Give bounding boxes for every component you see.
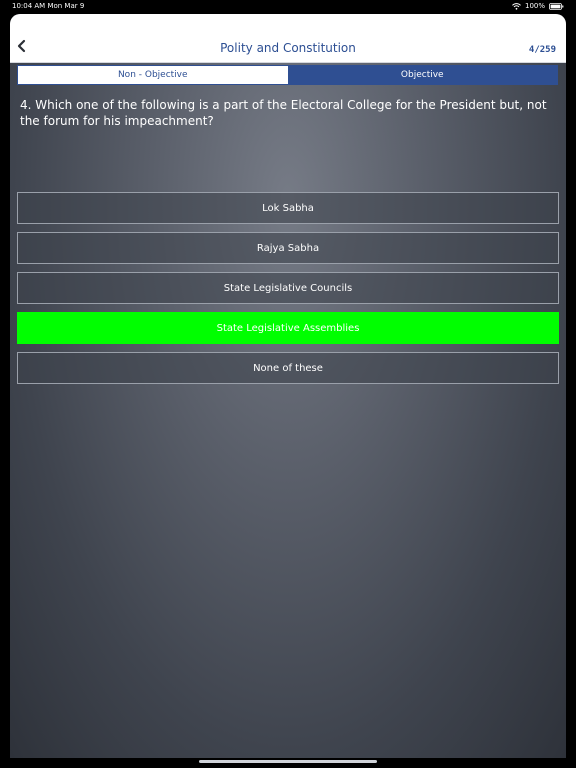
home-indicator[interactable] (199, 760, 377, 763)
tab-objective[interactable]: Objective (287, 66, 557, 84)
status-bar: 10:04 AM Mon Mar 9 100% (0, 0, 576, 14)
question-type-tabs: Non - Objective Objective (17, 65, 558, 85)
app-screen: Polity and Constitution 4/259 Non - Obje… (10, 14, 566, 758)
option-rajya-sabha[interactable]: Rajya Sabha (17, 232, 559, 264)
navigation-bar: Polity and Constitution 4/259 (10, 14, 566, 63)
option-state-legislative-assemblies[interactable]: State Legislative Assemblies (17, 312, 559, 344)
device-frame: 10:04 AM Mon Mar 9 100% Polity and Const… (0, 0, 576, 768)
page-title: Polity and Constitution (220, 41, 356, 55)
status-right: 100% (512, 2, 564, 10)
answer-options: Lok Sabha Rajya Sabha State Legislative … (17, 192, 559, 392)
option-lok-sabha[interactable]: Lok Sabha (17, 192, 559, 224)
question-counter: 4/259 (528, 45, 556, 55)
question-text: 4. Which one of the following is a part … (20, 98, 547, 128)
option-none-of-these[interactable]: None of these (17, 352, 559, 384)
wifi-icon (512, 2, 521, 10)
battery-percent: 100% (524, 2, 545, 10)
option-state-legislative-councils[interactable]: State Legislative Councils (17, 272, 559, 304)
tab-non-objective[interactable]: Non - Objective (18, 66, 288, 84)
status-time-date: 10:04 AM Mon Mar 9 (12, 2, 85, 10)
battery-icon (549, 2, 564, 10)
